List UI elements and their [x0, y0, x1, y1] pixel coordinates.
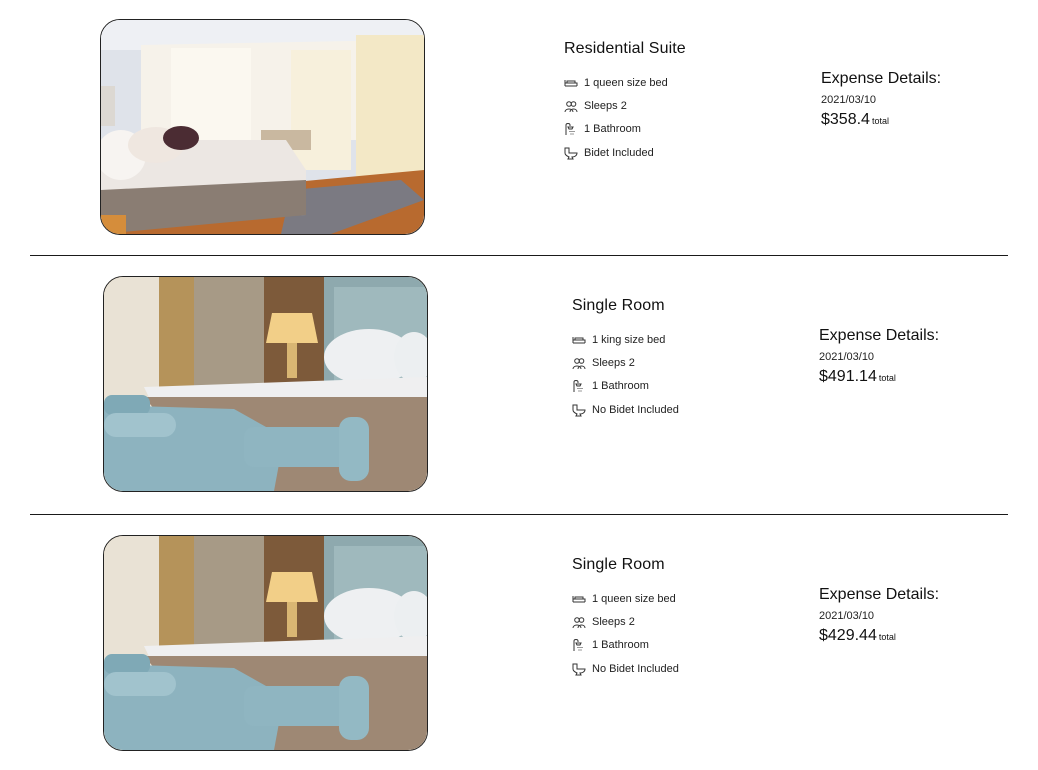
expense-total-label: total: [878, 373, 896, 383]
divider: [30, 255, 1008, 256]
amenity-beds: 1 king size bed: [572, 328, 679, 351]
amenity-text: 1 Bathroom: [592, 639, 649, 652]
amenity-sleeps: Sleeps 2: [564, 94, 686, 117]
expense-title: Expense Details:: [819, 327, 940, 344]
amenity-bidet: No Bidet Included: [572, 398, 679, 421]
amenity-text: 1 Bathroom: [592, 380, 649, 393]
room-photo-bedroom[interactable]: [100, 19, 425, 235]
amenity-beds: 1 queen size bed: [572, 587, 679, 610]
amenity-bidet: Bidet Included: [564, 141, 686, 164]
shower-icon: [572, 379, 586, 393]
amenity-text: 1 Bathroom: [584, 123, 641, 136]
amenity-sleeps: Sleeps 2: [572, 351, 679, 374]
amenity-text: Sleeps 2: [592, 356, 635, 369]
expense-total: $429.44 total: [819, 627, 939, 645]
expense-amount: $358.4: [821, 111, 870, 128]
room-card[interactable]: Residential Suite 1 queen size bed Sleep…: [0, 0, 1038, 240]
expense-title: Expense Details:: [819, 586, 940, 603]
amenity-bathroom: 1 Bathroom: [572, 634, 679, 657]
expense-total-label: total: [878, 632, 896, 642]
amenity-text: 1 king size bed: [592, 333, 666, 346]
toilet-icon: [572, 662, 586, 676]
amenity-text: Sleeps 2: [592, 615, 635, 628]
people-icon: [572, 615, 586, 629]
amenity-text: 1 queen size bed: [584, 76, 668, 89]
room-info: Residential Suite 1 queen size bed Sleep…: [564, 40, 686, 164]
toilet-icon: [564, 146, 578, 160]
expense-details: Expense Details: 2021/03/10 $358.4 total: [821, 70, 941, 129]
expense-total-label: total: [871, 116, 889, 126]
room-card[interactable]: Single Room 1 queen size bed Sleeps 2 1 …: [0, 516, 1038, 756]
amenity-sleeps: Sleeps 2: [572, 610, 679, 633]
room-photo-bedroom[interactable]: [103, 535, 428, 751]
room-title: Single Room: [572, 556, 665, 573]
expense-amount: $429.44: [819, 627, 877, 644]
shower-icon: [572, 638, 586, 652]
amenity-text: No Bidet Included: [592, 403, 679, 416]
amenity-bathroom: 1 Bathroom: [572, 375, 679, 398]
amenity-bidet: No Bidet Included: [572, 657, 679, 680]
amenity-bathroom: 1 Bathroom: [564, 118, 686, 141]
room-list: Residential Suite 1 queen size bed Sleep…: [0, 0, 1038, 770]
expense-total: $358.4 total: [821, 111, 941, 129]
expense-date: 2021/03/10: [819, 610, 875, 622]
bed-icon: [572, 333, 586, 347]
expense-amount: $491.14: [819, 368, 877, 385]
bed-icon: [572, 592, 586, 606]
shower-icon: [564, 122, 578, 136]
people-icon: [564, 99, 578, 113]
room-photo-bedroom[interactable]: [103, 276, 428, 492]
bed-icon: [564, 76, 578, 90]
expense-details: Expense Details: 2021/03/10 $429.44 total: [819, 586, 939, 645]
room-title: Residential Suite: [564, 40, 686, 57]
toilet-icon: [572, 403, 586, 417]
room-card[interactable]: Single Room 1 king size bed Sleeps 2 1 B…: [0, 257, 1038, 497]
expense-date: 2021/03/10: [821, 94, 877, 106]
expense-date: 2021/03/10: [819, 351, 875, 363]
room-info: Single Room 1 king size bed Sleeps 2 1 B…: [572, 297, 679, 421]
divider: [30, 514, 1008, 515]
amenity-text: Bidet Included: [584, 146, 654, 159]
expense-title: Expense Details:: [821, 70, 942, 87]
expense-details: Expense Details: 2021/03/10 $491.14 total: [819, 327, 939, 386]
amenity-beds: 1 queen size bed: [564, 71, 686, 94]
amenity-text: 1 queen size bed: [592, 592, 676, 605]
amenity-text: No Bidet Included: [592, 662, 679, 675]
amenity-text: Sleeps 2: [584, 99, 627, 112]
room-title: Single Room: [572, 297, 665, 314]
expense-total: $491.14 total: [819, 368, 939, 386]
people-icon: [572, 356, 586, 370]
room-info: Single Room 1 queen size bed Sleeps 2 1 …: [572, 556, 679, 680]
